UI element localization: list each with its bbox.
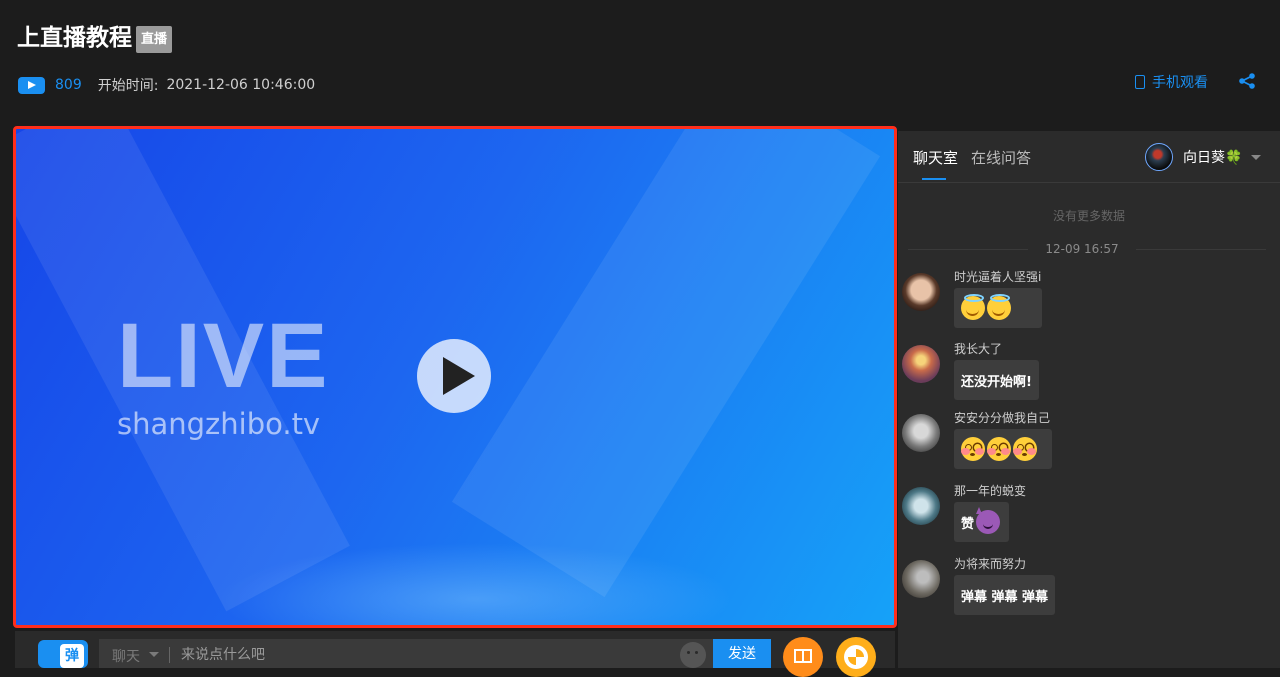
flushed-face-icon	[961, 437, 985, 461]
page-title: 上直播教程	[17, 25, 132, 51]
message-bubble: 还没开始啊!	[954, 360, 1039, 400]
video-player[interactable]: LIVE shangzhibo.tv	[13, 126, 897, 628]
start-time-value: 2021-12-06 10:46:00	[166, 77, 316, 93]
time-separator: 12-09 16:57	[898, 241, 1280, 257]
danmu-toggle[interactable]: 弹	[38, 640, 88, 668]
share-icon[interactable]	[1238, 73, 1256, 89]
mobile-watch-button[interactable]: 手机观看	[1135, 73, 1208, 91]
smiling-face-with-halo-icon	[987, 294, 1011, 320]
phone-icon	[1135, 75, 1145, 89]
avatar[interactable]	[902, 560, 940, 598]
mobile-watch-label: 手机观看	[1152, 75, 1208, 91]
video-view-icon	[18, 76, 45, 94]
gift-icon	[794, 649, 812, 663]
message-username: 为将来而努力	[954, 557, 1027, 571]
active-tab-indicator	[922, 178, 946, 180]
chat-sidebar: 聊天室 在线问答 向日葵🍀 没有更多数据 12-09 16:57 时光逼着人坚强…	[898, 131, 1280, 668]
message-text: 赞	[961, 516, 975, 532]
page-header: 上直播教程 直播 809 开始时间: 2021-12-06 10:46:00 手…	[0, 0, 1280, 128]
message-bubble: 赞	[954, 502, 1010, 542]
message-bubble	[954, 288, 1042, 328]
gift-button[interactable]	[783, 637, 823, 677]
no-more-data: 没有更多数据	[1052, 209, 1125, 223]
live-watermark-url: shangzhibo.tv	[117, 407, 321, 441]
flushed-face-icon	[987, 437, 1011, 461]
danmu-toggle-label: 弹	[60, 644, 84, 668]
chevron-down-icon	[1251, 154, 1262, 160]
play-button[interactable]	[417, 339, 491, 413]
sidebar-tabs: 聊天室 在线问答 向日葵🍀	[898, 131, 1280, 183]
message-username: 时光逼着人坚强i	[954, 270, 1042, 284]
live-badge: 直播	[136, 26, 172, 53]
smiling-face-with-halo-icon	[961, 294, 985, 320]
chat-type-select[interactable]: 聊天	[112, 646, 140, 666]
avatar[interactable]	[902, 345, 940, 383]
chat-input-bar: 弹 聊天 发送	[15, 631, 895, 677]
meta-row: 809 开始时间: 2021-12-06 10:46:00	[18, 74, 315, 96]
avatar[interactable]	[902, 414, 940, 452]
chat-input[interactable]	[179, 642, 663, 668]
tab-chat-room[interactable]: 聊天室	[913, 147, 958, 168]
divider	[169, 647, 170, 663]
start-time-label: 开始时间:	[97, 78, 159, 94]
message-bubble: 弹幕 弹幕 弹幕	[954, 575, 1056, 615]
message-username: 安安分分做我自己	[954, 411, 1051, 425]
avatar	[1145, 143, 1173, 171]
message-bubble	[954, 429, 1052, 469]
user-name: 向日葵🍀	[1183, 150, 1243, 166]
light-beam	[451, 129, 881, 598]
emoji-icon[interactable]	[680, 642, 706, 668]
flushed-face-icon	[1013, 437, 1037, 461]
chevron-down-icon[interactable]	[149, 652, 159, 657]
live-watermark: LIVE	[117, 305, 330, 407]
chat-input-box: 聊天	[99, 639, 713, 668]
lottery-wheel-icon	[844, 645, 868, 669]
send-button[interactable]: 发送	[713, 639, 771, 668]
tab-online-qa[interactable]: 在线问答	[971, 147, 1031, 168]
avatar[interactable]	[902, 273, 940, 311]
message-username: 那一年的蜕变	[954, 484, 1027, 498]
avatar[interactable]	[902, 487, 940, 525]
user-menu[interactable]: 向日葵🍀	[1145, 143, 1262, 171]
smiling-devil-icon	[976, 507, 1001, 534]
divider	[1136, 249, 1266, 250]
lottery-button[interactable]	[836, 637, 876, 677]
message-username: 我长大了	[954, 342, 1003, 356]
view-count: 809	[55, 77, 82, 93]
